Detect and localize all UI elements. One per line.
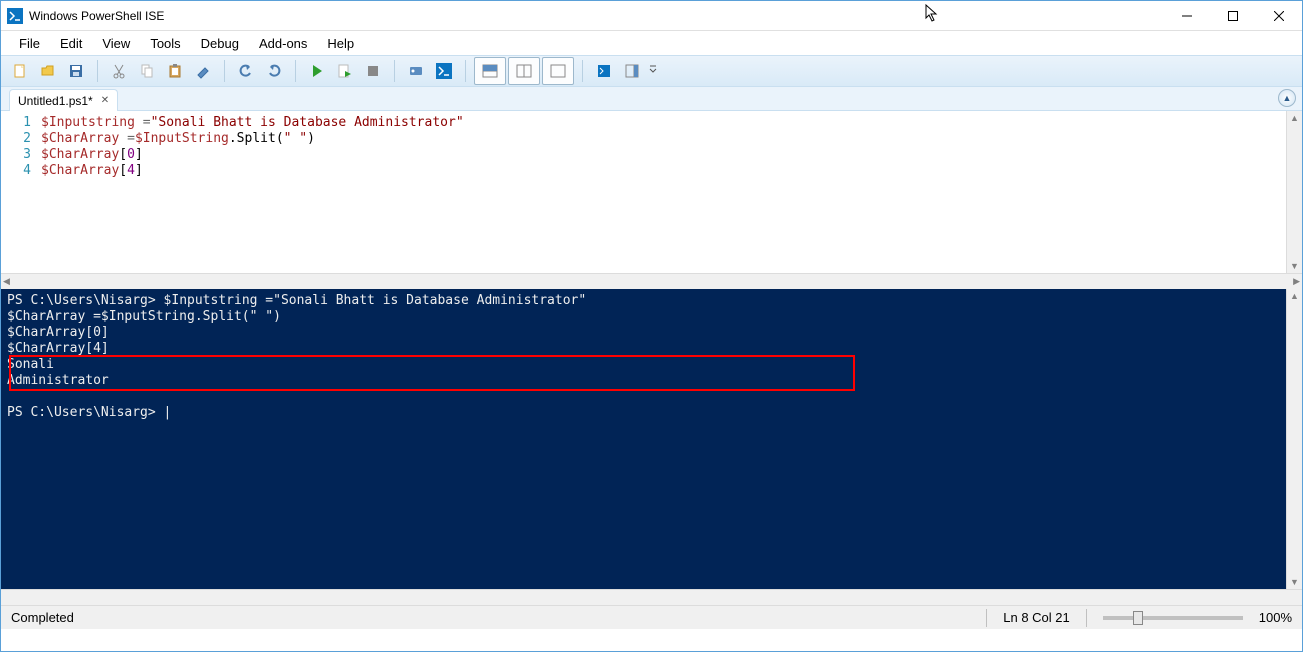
- separator: [224, 60, 225, 82]
- console-horizontal-scrollbar[interactable]: [1, 589, 1302, 605]
- app-icon: [7, 8, 23, 24]
- run-selection-button[interactable]: [332, 58, 358, 84]
- console-vertical-scrollbar[interactable]: ▲▼: [1286, 289, 1302, 589]
- menu-addons[interactable]: Add-ons: [249, 32, 317, 55]
- clear-button[interactable]: [190, 58, 216, 84]
- zoom-slider[interactable]: [1103, 616, 1243, 620]
- menu-help[interactable]: Help: [317, 32, 364, 55]
- zoom-level: 100%: [1259, 610, 1292, 625]
- window-controls: [1164, 1, 1302, 31]
- paste-button[interactable]: [162, 58, 188, 84]
- separator: [295, 60, 296, 82]
- copy-button[interactable]: [134, 58, 160, 84]
- console-pane-wrap: PS C:\Users\Nisarg> $Inputstring ="Sonal…: [1, 289, 1302, 589]
- redo-button[interactable]: [261, 58, 287, 84]
- save-button[interactable]: [63, 58, 89, 84]
- editor-horizontal-scrollbar[interactable]: ◀▶: [1, 273, 1302, 289]
- tab-close-icon[interactable]: ✕: [101, 95, 109, 106]
- line-number: 1: [1, 115, 31, 131]
- maximize-button[interactable]: [1210, 1, 1256, 31]
- code-line: $CharArray[0]: [41, 147, 1286, 163]
- code-line: $CharArray[4]: [41, 163, 1286, 179]
- collapse-script-pane-button[interactable]: ▲: [1278, 89, 1296, 107]
- console-line: $CharArray =$InputString.Split(" "): [7, 309, 281, 324]
- separator: [394, 60, 395, 82]
- line-number: 3: [1, 147, 31, 163]
- toolbar: [1, 55, 1302, 87]
- tab-untitled[interactable]: Untitled1.ps1* ✕: [9, 89, 118, 111]
- zoom-thumb[interactable]: [1133, 611, 1143, 625]
- menu-debug[interactable]: Debug: [191, 32, 249, 55]
- menu-bar: File Edit View Tools Debug Add-ons Help: [1, 31, 1302, 55]
- console-output: Sonali: [7, 357, 54, 372]
- console-prompt: PS C:\Users\Nisarg> |: [7, 405, 171, 420]
- toolbar-overflow[interactable]: [647, 58, 659, 84]
- cut-button[interactable]: [106, 58, 132, 84]
- separator: [582, 60, 583, 82]
- tab-strip: Untitled1.ps1* ✕ ▲: [1, 87, 1302, 111]
- minimize-button[interactable]: [1164, 1, 1210, 31]
- code-area[interactable]: $Inputstring ="Sonali Bhatt is Database …: [41, 111, 1286, 273]
- undo-button[interactable]: [233, 58, 259, 84]
- editor-vertical-scrollbar[interactable]: ▲▼: [1286, 111, 1302, 273]
- line-number: 4: [1, 163, 31, 179]
- cursor-position: Ln 8 Col 21: [1003, 610, 1070, 625]
- layout-3-button[interactable]: [542, 57, 574, 85]
- separator: [1086, 609, 1087, 627]
- menu-edit[interactable]: Edit: [50, 32, 92, 55]
- console-line: $CharArray[4]: [7, 341, 109, 356]
- line-number: 2: [1, 131, 31, 147]
- status-bar: Completed Ln 8 Col 21 100%: [1, 605, 1302, 629]
- menu-view[interactable]: View: [92, 32, 140, 55]
- console-line: $CharArray[0]: [7, 325, 109, 340]
- layout-2-button[interactable]: [508, 57, 540, 85]
- open-button[interactable]: [35, 58, 61, 84]
- show-command-addon-button[interactable]: [619, 58, 645, 84]
- show-command-button[interactable]: [591, 58, 617, 84]
- line-number-gutter: 1 2 3 4: [1, 111, 41, 273]
- separator: [97, 60, 98, 82]
- layout-1-button[interactable]: [474, 57, 506, 85]
- script-editor[interactable]: 1 2 3 4 $Inputstring ="Sonali Bhatt is D…: [1, 111, 1302, 273]
- console-line: PS C:\Users\Nisarg> $Inputstring ="Sonal…: [7, 293, 586, 308]
- stop-button[interactable]: [360, 58, 386, 84]
- window-title: Windows PowerShell ISE: [29, 9, 164, 23]
- console-pane[interactable]: PS C:\Users\Nisarg> $Inputstring ="Sonal…: [1, 289, 1286, 589]
- menu-tools[interactable]: Tools: [140, 32, 190, 55]
- separator: [986, 609, 987, 627]
- menu-file[interactable]: File: [9, 32, 50, 55]
- close-button[interactable]: [1256, 1, 1302, 31]
- separator: [465, 60, 466, 82]
- remote-button[interactable]: [403, 58, 429, 84]
- code-line: $CharArray =$InputString.Split(" "): [41, 131, 1286, 147]
- powershell-button[interactable]: [431, 58, 457, 84]
- tab-label: Untitled1.ps1*: [18, 94, 93, 108]
- run-button[interactable]: [304, 58, 330, 84]
- new-button[interactable]: [7, 58, 33, 84]
- title-bar: Windows PowerShell ISE: [1, 1, 1302, 31]
- code-line: $Inputstring ="Sonali Bhatt is Database …: [41, 115, 1286, 131]
- status-message: Completed: [11, 610, 74, 625]
- console-output: Administrator: [7, 373, 109, 388]
